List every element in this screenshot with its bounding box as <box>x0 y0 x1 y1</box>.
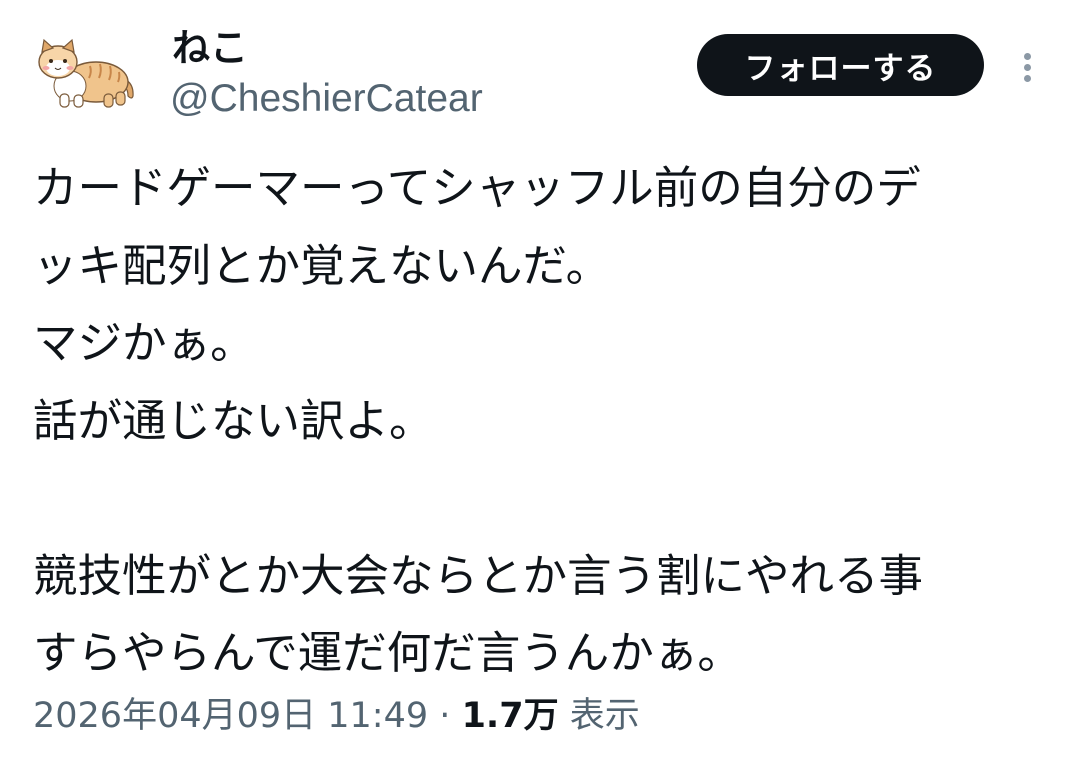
tweet-meta: 2026年04月09日 11:49 · 1.7万 表示 <box>33 690 640 742</box>
more-dot <box>1023 74 1031 82</box>
avatar[interactable] <box>34 38 138 110</box>
tweet-line: マジかぁ。 <box>33 318 255 369</box>
views-count[interactable]: 1.7万 <box>462 696 559 736</box>
author-handle[interactable]: @CheshierCatear <box>170 76 483 122</box>
more-vertical-icon[interactable] <box>1010 42 1044 92</box>
cat-illustration-icon <box>38 38 134 108</box>
meta-separator: · <box>439 696 451 736</box>
views-label: 表示 <box>569 696 640 736</box>
tweet-line: カードゲーマーってシャッフル前の自分のデ <box>33 163 921 214</box>
more-dot <box>1023 52 1031 60</box>
tweet-line: 競技性がとか大会ならとか言う割にやれる事 <box>33 550 924 602</box>
tweet-text: カードゲーマーってシャッフル前の自分のデ ッキ配列とか覚えないんだ。 マジかぁ。… <box>33 150 1063 693</box>
author-name[interactable]: ねこ <box>172 26 248 70</box>
follow-button[interactable]: フォローする <box>697 34 984 96</box>
more-dot <box>1023 63 1031 71</box>
tweet-timestamp[interactable]: 2026年04月09日 11:49 <box>33 696 428 736</box>
tweet-line: 話が通じない訳よ。 <box>33 395 434 447</box>
tweet-line: すらやらんで運だ何だ言うんかぁ。 <box>33 628 742 679</box>
tweet-line: ッキ配列とか覚えないんだ。 <box>33 240 611 292</box>
